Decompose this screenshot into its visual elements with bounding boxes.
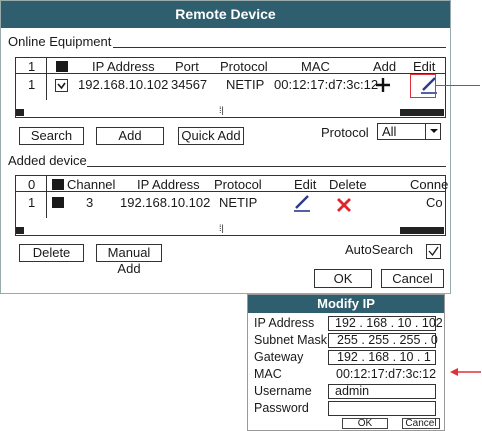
modify-ip-dialog: Modify IP IP Address 192 . 168 . 10 . 10… xyxy=(247,294,445,431)
added-section-divider xyxy=(87,166,446,167)
online-equipment-label: Online Equipment xyxy=(8,34,112,49)
scrollbar-left-thumb[interactable] xyxy=(16,227,24,234)
delete-button[interactable]: Delete xyxy=(19,244,84,262)
row-checkbox[interactable] xyxy=(55,79,68,92)
delete-x-icon[interactable] xyxy=(335,196,353,214)
scrollbar-grip-icon: ⁞| xyxy=(219,105,224,115)
mac-value: 00:12:17:d7:3c:12 xyxy=(336,367,437,381)
gateway-label: Gateway xyxy=(254,350,304,364)
autosearch-checkbox[interactable] xyxy=(426,244,441,259)
header-protocol: Protocol xyxy=(220,59,268,74)
ok-button[interactable]: OK xyxy=(314,269,372,288)
subnet-mask-label: Subnet Mask xyxy=(254,333,327,347)
cancel-button[interactable]: Cancel xyxy=(381,269,444,288)
ip-address-field[interactable]: 192 . 168 . 10 . 102 xyxy=(328,316,443,331)
password-label: Password xyxy=(254,401,309,415)
modify-ip-title: Modify IP xyxy=(248,295,444,313)
header-protocol: Protocol xyxy=(214,177,262,192)
added-devices-table: 0 Channel IP Address Protocol Edit Delet… xyxy=(15,175,449,236)
scrollbar-left-thumb[interactable] xyxy=(16,109,24,116)
row-protocol: NETIP xyxy=(226,77,265,92)
username-field[interactable]: admin xyxy=(328,384,436,399)
header-ip-address: IP Address xyxy=(92,59,155,74)
row-connection: Co xyxy=(426,195,443,210)
row-ip-address: 192.168.10.102 xyxy=(78,77,169,92)
annotation-arrow-icon xyxy=(450,368,481,376)
manual-add-button[interactable]: Manual Add xyxy=(96,244,162,276)
gateway-field[interactable]: 192 . 168 . 10 . 1 xyxy=(328,350,436,365)
quick-add-button[interactable]: Quick Add xyxy=(178,127,244,145)
protocol-label: Protocol xyxy=(321,125,369,140)
dialog-title: Remote Device xyxy=(1,1,450,28)
online-section-divider xyxy=(113,47,446,48)
protocol-select-value: All xyxy=(382,124,397,139)
annotation-line xyxy=(436,85,480,86)
added-device-label: Added device xyxy=(8,153,87,168)
edit-highlight-box xyxy=(410,74,436,98)
chevron-down-icon xyxy=(430,129,438,133)
row-index: 1 xyxy=(28,77,36,92)
subnet-mask-field[interactable]: 255 . 255 . 255 . 0 xyxy=(328,333,438,348)
edit-pen-icon[interactable] xyxy=(292,193,312,213)
table-row[interactable]: 1 3 192.168.10.102 NETIP Co xyxy=(16,193,445,213)
header-port: Port xyxy=(175,59,199,74)
header-edit: Edit xyxy=(413,59,436,74)
mac-label: MAC xyxy=(254,367,282,381)
search-button[interactable]: Search xyxy=(19,127,84,145)
row-index: 1 xyxy=(28,195,36,210)
checkmark-icon xyxy=(57,82,66,90)
scrollbar-right-thumb[interactable] xyxy=(400,227,444,234)
modify-ok-button[interactable]: OK xyxy=(342,418,388,429)
row-channel: 3 xyxy=(86,195,94,210)
select-all-checkbox[interactable] xyxy=(52,179,64,190)
header-connection: Conne xyxy=(410,177,449,192)
header-edit: Edit xyxy=(294,177,317,192)
row-port: 34567 xyxy=(171,77,208,92)
row-protocol: NETIP xyxy=(219,195,258,210)
protocol-select[interactable]: All xyxy=(377,123,441,140)
header-ip-address: IP Address xyxy=(137,177,200,192)
header-add: Add xyxy=(373,59,397,74)
add-plus-icon[interactable] xyxy=(375,77,391,93)
password-field[interactable] xyxy=(328,401,436,416)
row-checkbox[interactable] xyxy=(52,197,64,208)
table-row[interactable]: 1 192.168.10.102 34567 NETIP 00:12:17:d7… xyxy=(16,75,445,95)
username-label: Username xyxy=(254,384,312,398)
scrollbar-right-thumb[interactable] xyxy=(400,109,444,116)
remote-device-dialog: Remote Device Online Equipment 1 IP Addr… xyxy=(0,0,451,294)
scrollbar-grip-icon: ⁞| xyxy=(219,223,224,233)
header-index: 0 xyxy=(28,177,36,192)
checkmark-icon xyxy=(428,246,439,257)
ip-address-label: IP Address xyxy=(254,316,315,330)
header-delete: Delete xyxy=(329,177,367,192)
row-ip-address: 192.168.10.102 xyxy=(120,195,211,210)
header-channel: Channel xyxy=(67,177,116,192)
dropdown-arrow[interactable] xyxy=(425,124,441,139)
modify-cancel-button[interactable]: Cancel xyxy=(402,418,440,429)
header-mac: MAC xyxy=(301,59,330,74)
header-index: 1 xyxy=(28,59,36,74)
online-devices-table: 1 IP Address Port Protocol MAC Add Edit … xyxy=(15,57,446,118)
row-mac: 00:12:17:d7:3c:12 xyxy=(274,77,379,92)
add-button[interactable]: Add xyxy=(96,127,164,145)
select-all-checkbox[interactable] xyxy=(56,61,68,72)
autosearch-label: AutoSearch xyxy=(345,242,413,257)
